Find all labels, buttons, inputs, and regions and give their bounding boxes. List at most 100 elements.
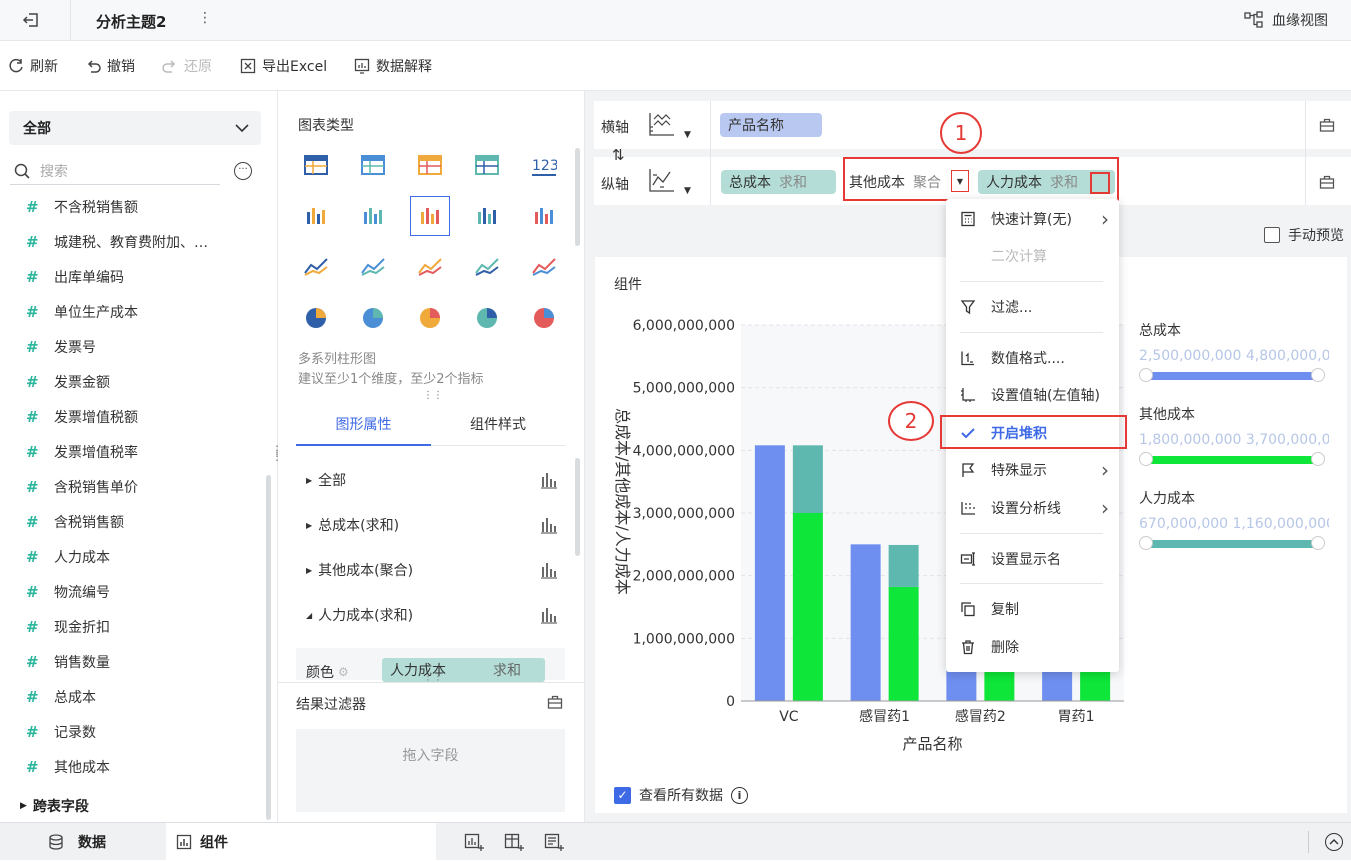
x-axis-type-icon[interactable] [648,111,676,141]
field-item[interactable]: # 其他成本 [26,757,110,777]
refresh-button[interactable]: 刷新 [8,41,58,91]
add-chart-widget-icon[interactable] [464,833,484,855]
grouped-bar-icon[interactable] [301,201,331,231]
slider-handle-min[interactable] [1139,536,1153,550]
field-item[interactable]: # 单位生产成本 [26,302,138,322]
bar-chart-type-icon[interactable] [540,516,558,538]
settings-icon[interactable]: ⚙ [338,665,349,679]
data-explain-button[interactable]: 数据解释 [354,41,432,91]
tab-widget[interactable]: 组件 [166,823,436,861]
menu-item[interactable]: 删除 [946,629,1119,665]
tab-data[interactable]: 数据 [48,823,106,861]
field-item[interactable]: # 城建税、教育费附加、… [26,232,208,252]
bar-chart-type-icon[interactable] [540,471,558,493]
lineage-view-button[interactable]: 血缘视图 [1244,10,1328,30]
field-item[interactable]: # 物流编号 [26,582,110,602]
waterfall-icon[interactable] [529,201,559,231]
kpi-card-icon[interactable] [472,150,502,180]
sunburst-icon[interactable] [415,303,445,333]
area-icon[interactable] [472,252,502,282]
back-icon[interactable] [22,11,40,29]
field-item[interactable]: # 现金折扣 [26,617,110,637]
property-row[interactable]: ▶ 其他成本(聚合) [306,560,413,580]
cross-table-field-group[interactable]: ▶ 跨表字段 [20,796,89,816]
radar-icon[interactable] [415,252,445,282]
add-text-widget-icon[interactable] [544,833,564,855]
props-scrollbar[interactable] [575,458,580,556]
bubble-icon[interactable] [529,303,559,333]
multi-series-bar-icon[interactable] [410,196,450,236]
toolbox-icon-y[interactable] [1319,174,1335,194]
slider-handle-min[interactable] [1139,368,1153,382]
menu-item[interactable]: 快速计算(无) › [946,201,1119,237]
y-axis-dropdown-icon[interactable]: ▼ [684,186,691,196]
multi-bar-icon[interactable] [358,201,388,231]
export-excel-button[interactable]: 导出Excel [240,41,327,91]
cross-table-icon[interactable] [358,150,388,180]
detail-table-icon[interactable] [415,150,445,180]
more-options-icon[interactable]: ··· [234,162,252,180]
menu-item[interactable]: 复制 [946,591,1119,627]
color-field-pill[interactable]: 人力成本 求和 [382,658,545,682]
view-all-data-checkbox[interactable]: ✓ 查看所有数据 i [614,785,748,805]
slider-handle-max[interactable] [1311,536,1325,550]
legend-range-slider[interactable] [1139,452,1325,466]
tab-graphic-props[interactable]: 图形属性 [296,403,431,446]
menu-item[interactable]: 过滤... [946,289,1119,325]
y-axis-type-icon[interactable] [648,167,676,197]
mid-scrollbar[interactable] [575,148,580,246]
field-item[interactable]: # 发票增值税率 [26,442,138,462]
drag-handle-icon[interactable]: ⋮⋮ [423,390,443,401]
pie-icon[interactable] [301,303,331,333]
redo-button[interactable]: 还原 [162,41,212,91]
field-item[interactable]: # 发票金额 [26,372,110,392]
collapse-up-icon[interactable] [1325,833,1343,851]
toolbox-icon[interactable] [547,694,563,714]
x-line-icon[interactable] [358,252,388,282]
field-item[interactable]: # 含税销售单价 [26,477,138,497]
add-table-widget-icon[interactable] [504,833,524,855]
search-input[interactable]: 搜索 [40,161,68,181]
x-axis-dropdown-icon[interactable]: ▼ [684,130,691,140]
field-item[interactable]: # 出库单编码 [26,267,124,287]
slider-handle-max[interactable] [1311,368,1325,382]
field-item[interactable]: # 发票增值税额 [26,407,138,427]
y-field-pill-total-cost[interactable]: 总成本 求和 [721,170,836,194]
tab-widget-style[interactable]: 组件样式 [431,403,565,446]
menu-item[interactable]: 特殊显示 › [946,452,1119,488]
field-item[interactable]: # 不含税销售额 [26,197,138,217]
rose-icon[interactable] [358,303,388,333]
more-vertical-icon[interactable]: ⋮ [198,10,212,26]
menu-item[interactable]: 设置值轴(左值轴) [946,377,1119,413]
property-row[interactable]: ▶ 全部 [306,470,346,490]
field-item[interactable]: # 发票号 [26,337,96,357]
scatter-icon[interactable] [472,303,502,333]
field-item[interactable]: # 人力成本 [26,547,110,567]
gauge-icon[interactable] [529,252,559,282]
field-item[interactable]: # 总成本 [26,687,96,707]
info-icon[interactable]: i [731,786,748,804]
menu-item[interactable]: 设置显示名 [946,541,1119,577]
table-icon[interactable] [301,150,331,180]
bar-chart-type-icon[interactable] [540,606,558,628]
wave-icon[interactable] [301,252,331,282]
field-item[interactable]: # 含税销售额 [26,512,124,532]
field-item[interactable]: # 销售数量 [26,652,110,672]
property-row[interactable]: ◢ 人力成本(求和) [306,605,413,625]
property-row[interactable]: ▶ 总成本(求和) [306,515,399,535]
menu-item[interactable]: 数值格式.... [946,340,1119,376]
undo-button[interactable]: 撤销 [85,41,135,91]
search-box[interactable]: 搜索 [10,158,220,185]
left-scrollbar[interactable] [266,475,271,820]
slider-handle-max[interactable] [1311,452,1325,466]
menu-item[interactable]: 设置分析线 › [946,490,1119,526]
swap-axes-icon[interactable]: ⇅ [612,146,625,164]
bar-chart-type-icon[interactable] [540,561,558,583]
slider-handle-min[interactable] [1139,452,1153,466]
x-field-pill[interactable]: 产品名称 [720,113,822,137]
legend-range-slider[interactable] [1139,368,1325,382]
manual-preview-checkbox[interactable]: 手动预览 [1264,225,1344,245]
horizontal-bar-icon[interactable] [472,201,502,231]
result-filter-drop-zone[interactable]: 拖入字段 [296,729,565,812]
legend-range-slider[interactable] [1139,536,1325,550]
